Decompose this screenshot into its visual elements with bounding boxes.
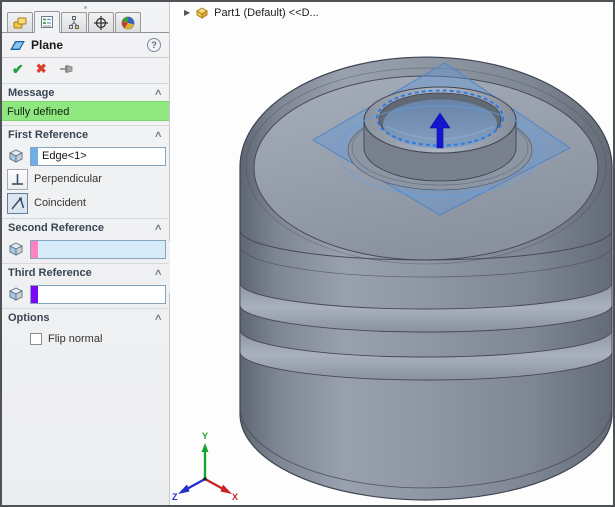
collapse-chevron-icon: ∧ [154, 129, 163, 140]
section-header-message[interactable]: Message ∧ [2, 83, 169, 101]
second-reference-row [7, 239, 169, 259]
reference-cube-icon [7, 285, 25, 303]
tab-propertymanager[interactable] [34, 11, 60, 33]
collapse-chevron-icon: ∧ [154, 222, 163, 233]
plane-feature-icon [10, 38, 25, 53]
cancel-button[interactable]: ✖ [36, 62, 47, 75]
selection-color-swatch [31, 241, 38, 258]
model-canvas[interactable]: Y X Z [170, 2, 613, 505]
graphics-viewport[interactable]: ▶ Part1 (Default) <<D... [170, 2, 613, 505]
selection-color-swatch [31, 286, 38, 303]
tree-expand-arrow-icon[interactable]: ▶ [184, 8, 190, 17]
tab-displaymanager[interactable] [115, 12, 141, 32]
grip-dot-icon [84, 6, 87, 9]
manager-tabbar [2, 11, 169, 33]
section-label: Message [8, 87, 54, 99]
collapse-chevron-icon: ∧ [154, 267, 163, 278]
configurationmanager-icon [66, 15, 82, 31]
tab-dimxpertmanager[interactable] [88, 12, 114, 32]
selection-value [38, 286, 165, 303]
section-header-second-reference[interactable]: Second Reference ∧ [2, 218, 169, 236]
triad-y-label: Y [202, 431, 208, 441]
dimxpertmanager-icon [93, 15, 109, 31]
section-header-options[interactable]: Options ∧ [2, 308, 169, 326]
selection-color-swatch [31, 148, 38, 165]
panel-title: Plane [31, 38, 141, 52]
displaymanager-icon [120, 15, 136, 31]
pm-action-row: ✔ ✖ [2, 58, 169, 79]
section-label: First Reference [8, 129, 88, 141]
perpendicular-label: Perpendicular [34, 173, 102, 185]
section-header-first-reference[interactable]: First Reference ∧ [2, 125, 169, 143]
selection-value: Edge<1> [38, 148, 165, 165]
coincident-label: Coincident [34, 197, 86, 209]
second-reference-selection-field[interactable] [30, 240, 166, 259]
orientation-triad: Y X Z [172, 431, 238, 502]
tree-item-label: Part1 (Default) <<D... [214, 7, 319, 19]
third-reference-row [7, 284, 169, 304]
feature-title-row: Plane ? [2, 33, 169, 57]
selection-value [38, 241, 165, 258]
ok-button[interactable]: ✔ [12, 62, 24, 76]
help-icon[interactable]: ? [147, 38, 161, 52]
section-header-third-reference[interactable]: Third Reference ∧ [2, 263, 169, 281]
section-label: Options [8, 312, 50, 324]
propertymanager-icon [39, 14, 55, 30]
status-message: Fully defined [2, 101, 169, 121]
first-reference-selection-field[interactable]: Edge<1> [30, 147, 166, 166]
collapse-chevron-icon: ∧ [154, 87, 163, 98]
triad-x-label: X [232, 492, 238, 502]
flip-normal-row: Flip normal [30, 331, 169, 347]
perpendicular-row: Perpendicular [7, 168, 169, 190]
section-label: Second Reference [8, 222, 104, 234]
perpendicular-button[interactable] [7, 169, 28, 190]
reference-cube-icon [7, 147, 25, 165]
keep-visible-pin-icon[interactable] [59, 62, 75, 76]
triad-z-label: Z [172, 492, 178, 502]
tab-configurationmanager[interactable] [61, 12, 87, 32]
coincident-icon [9, 195, 26, 212]
solidworks-window: Plane ? ✔ ✖ Message ∧ Fully defined Firs… [0, 0, 615, 507]
reference-cube-icon [7, 240, 25, 258]
panel-grip[interactable] [2, 2, 169, 11]
flyout-tree-item[interactable]: ▶ Part1 (Default) <<D... [184, 6, 319, 19]
collapse-chevron-icon: ∧ [154, 312, 163, 323]
part-document-icon [195, 6, 209, 19]
property-manager-panel: Plane ? ✔ ✖ Message ∧ Fully defined Firs… [2, 2, 170, 505]
coincident-row: Coincident [7, 192, 169, 214]
perpendicular-icon [9, 171, 26, 188]
section-label: Third Reference [8, 267, 92, 279]
third-reference-selection-field[interactable] [30, 285, 166, 304]
coincident-button[interactable] [7, 193, 28, 214]
tab-featuremanager[interactable] [7, 12, 33, 32]
first-reference-row: Edge<1> [7, 146, 169, 166]
flip-normal-label: Flip normal [48, 333, 102, 345]
flip-normal-checkbox[interactable] [30, 333, 42, 345]
featuremanager-tree-icon [12, 15, 28, 31]
